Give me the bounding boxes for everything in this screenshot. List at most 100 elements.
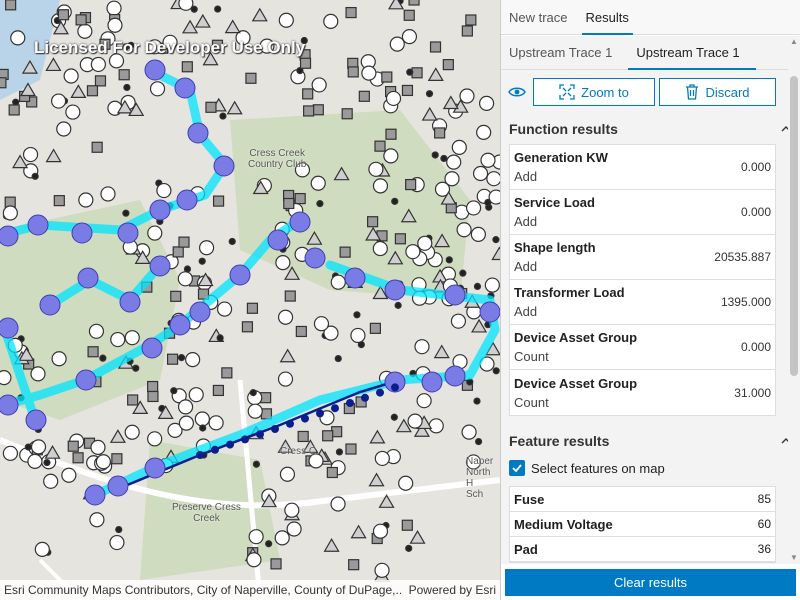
trace-node[interactable]	[479, 301, 500, 323]
utility-symbol	[374, 140, 386, 152]
utility-symbol	[476, 124, 492, 140]
feature-result-row[interactable]: Fuse 85	[510, 487, 775, 512]
trace-node[interactable]	[77, 267, 99, 289]
utility-symbol	[459, 88, 475, 104]
scroll-down-arrow-icon[interactable]: ▼	[790, 554, 798, 562]
map-view[interactable]: Licensed For Developer Use Only Cress Cr…	[0, 0, 500, 600]
utility-symbol	[428, 418, 444, 434]
function-result-info: Service Load Add	[514, 195, 741, 229]
utility-symbol	[147, 431, 163, 447]
subtab-upstream-trace-1-active[interactable]: Upstream Trace 1	[628, 36, 757, 70]
trace-node[interactable]	[213, 155, 235, 177]
utility-symbol	[394, 301, 402, 309]
trace-node[interactable]	[304, 247, 326, 269]
feature-results-header[interactable]: Feature results	[501, 426, 800, 456]
trace-node[interactable]	[71, 222, 93, 244]
clear-results-button[interactable]: Clear results	[505, 569, 796, 596]
scrollbar-thumb[interactable]	[790, 76, 798, 376]
results-scroll-area[interactable]: Upstream Trace 1 Upstream Trace 1 Zoom t…	[501, 36, 800, 564]
utility-symbol	[398, 475, 414, 491]
powered-by-esri[interactable]: Powered by Esri	[409, 583, 496, 597]
trace-node[interactable]	[25, 409, 47, 431]
utility-symbol	[367, 216, 379, 228]
utility-symbol	[407, 413, 423, 429]
utility-symbol	[411, 67, 423, 79]
utility-symbol	[286, 521, 302, 537]
trace-node[interactable]	[107, 475, 129, 497]
trace-vertex	[196, 451, 204, 459]
panel-scrollbar[interactable]: ▲ ▼	[788, 36, 800, 564]
utility-symbol	[89, 512, 105, 528]
trace-node[interactable]	[444, 284, 466, 306]
trace-node[interactable]	[144, 59, 166, 81]
utility-symbol	[473, 282, 482, 291]
trace-vertex	[286, 419, 294, 428]
scroll-up-arrow-icon[interactable]: ▲	[790, 38, 798, 46]
utility-symbol	[444, 171, 460, 187]
utility-symbol	[107, 17, 123, 33]
utility-symbol	[22, 146, 39, 163]
tab-new-trace[interactable]: New trace	[509, 0, 568, 34]
trace-node[interactable]	[289, 211, 311, 233]
trace-node[interactable]	[0, 225, 19, 247]
trace-node[interactable]	[149, 255, 171, 277]
trace-node[interactable]	[117, 222, 139, 244]
utility-symbol	[216, 301, 233, 317]
trace-node[interactable]	[229, 264, 251, 286]
utility-symbol	[405, 244, 421, 260]
function-result-row: Generation KW Add 0.000	[510, 145, 775, 190]
feature-result-count: 85	[757, 492, 771, 506]
utility-symbol	[30, 439, 47, 455]
utility-symbol	[24, 443, 32, 451]
utility-symbol	[216, 334, 224, 342]
zoom-to-button[interactable]: Zoom to	[533, 78, 655, 106]
utility-symbol	[347, 66, 359, 78]
trace-node[interactable]	[384, 279, 406, 301]
trace-node[interactable]	[27, 214, 49, 236]
function-result-type: Count	[514, 394, 549, 410]
utility-symbol	[147, 225, 163, 241]
utility-symbol	[353, 311, 361, 319]
trace-node[interactable]	[189, 301, 211, 323]
trace-node[interactable]	[444, 365, 466, 387]
utility-symbol	[90, 439, 106, 455]
utility-symbol	[248, 529, 264, 545]
feature-result-row[interactable]: Pad 36	[510, 537, 775, 562]
utility-symbol	[473, 397, 481, 405]
discard-button[interactable]: Discard	[659, 78, 776, 106]
trace-node[interactable]	[39, 294, 61, 316]
trace-node[interactable]	[149, 199, 171, 221]
function-result-value: 0.000	[740, 160, 771, 174]
utility-symbol	[94, 75, 107, 87]
trace-node[interactable]	[344, 267, 366, 289]
trace-node[interactable]	[84, 484, 106, 506]
trace-node[interactable]	[421, 371, 443, 393]
utility-symbol	[77, 23, 93, 39]
trace-node[interactable]	[267, 229, 289, 251]
select-features-on-map-checkbox[interactable]: Select features on map	[501, 456, 800, 480]
trace-node[interactable]	[174, 77, 196, 99]
utility-symbol	[284, 502, 300, 518]
function-results-header[interactable]: Function results	[501, 114, 800, 144]
subtab-upstream-trace-1[interactable]: Upstream Trace 1	[509, 36, 620, 69]
function-result-info: Device Asset Group Count	[514, 376, 734, 410]
utility-symbol	[339, 246, 351, 258]
feature-result-row[interactable]: Medium Voltage 60	[510, 512, 775, 537]
trace-node[interactable]	[144, 457, 166, 479]
utility-symbol	[275, 254, 291, 271]
trace-node[interactable]	[119, 291, 141, 313]
function-result-info: Generation KW Add	[514, 150, 741, 184]
trace-node[interactable]	[187, 122, 209, 144]
trace-node[interactable]	[176, 189, 198, 211]
tab-results[interactable]: Results	[581, 0, 634, 35]
utility-symbol	[181, 61, 193, 73]
trace-node[interactable]	[0, 394, 19, 416]
utility-symbol	[474, 437, 483, 446]
trace-node[interactable]	[169, 314, 191, 336]
trace-node[interactable]	[0, 317, 19, 339]
utility-symbol	[480, 152, 496, 168]
visibility-eye-icon[interactable]	[507, 82, 527, 102]
trace-node[interactable]	[141, 337, 163, 359]
utility-symbol	[99, 354, 107, 362]
trace-node[interactable]	[75, 369, 97, 391]
